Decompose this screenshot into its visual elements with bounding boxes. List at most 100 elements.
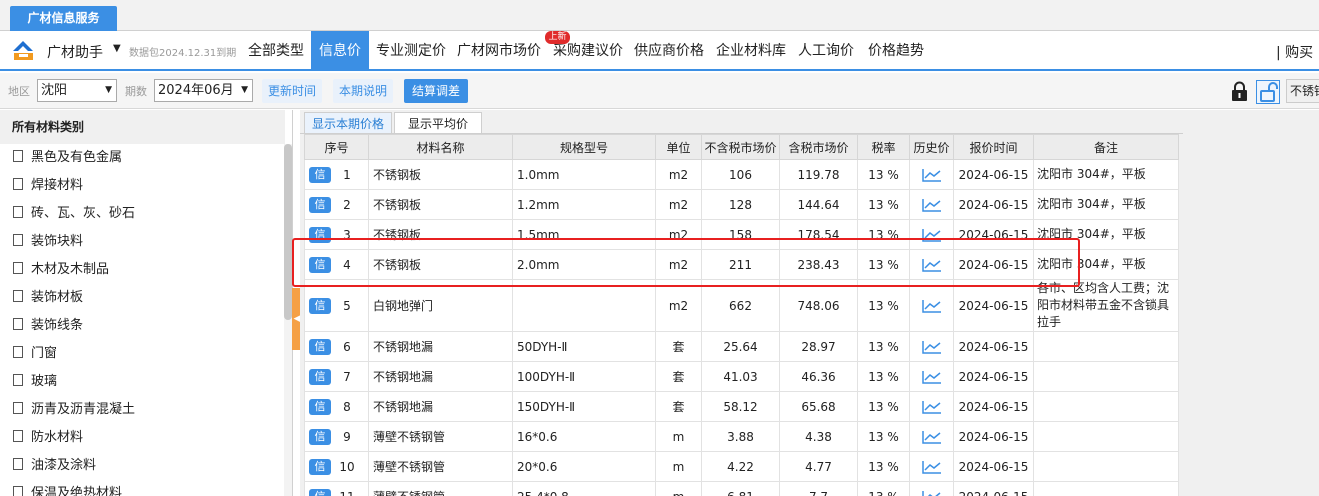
tab-average-price[interactable]: 显示平均价 (394, 112, 482, 134)
nav-info-price[interactable]: 信息价 (311, 31, 369, 71)
nav-all-types[interactable]: 全部类型 (242, 31, 310, 71)
trend-chart-icon[interactable] (921, 370, 942, 384)
category-item[interactable]: 木材及木制品 (13, 260, 109, 280)
period-value: 2024年06月 (158, 83, 234, 98)
table-row[interactable]: 信 8 不锈钢地漏 150DYH-Ⅱ 套 58.12 65.68 13 % 2024-06-15 (304, 391, 1179, 422)
table-row[interactable]: 信 10 薄壁不锈钢管 20*0.6 m 4.22 4.77 13 % 2024-06-15 (304, 451, 1179, 482)
header-seq[interactable]: 序号 (304, 134, 369, 160)
nav-supplier-price[interactable]: 供应商价格 (630, 31, 708, 71)
header-unit[interactable]: 单位 (655, 134, 702, 160)
category-item[interactable]: 防水材料 (13, 428, 83, 448)
header-date[interactable]: 报价时间 (953, 134, 1034, 160)
table-row[interactable]: 信 5 白钢地弹门 m2 662 748.06 13 % 2024-06-15 各市、区均含人工… (304, 279, 1179, 332)
info-badge[interactable]: 信 (309, 256, 331, 273)
unlock-icon[interactable] (1256, 80, 1280, 104)
seq-cell: 信5 (304, 279, 369, 332)
header-history[interactable]: 历史价 (909, 134, 954, 160)
name-cell: 不锈钢地漏 (368, 361, 513, 392)
app-tab[interactable]: 广材信息服务 (10, 6, 117, 31)
header-price[interactable]: 不含税市场价 (701, 134, 780, 160)
spec-cell: 25.4*0.8 (512, 481, 656, 496)
tax_price-cell: 4.38 (779, 421, 858, 452)
category-item[interactable]: 砖、瓦、灰、砂石 (13, 204, 135, 224)
info-badge[interactable]: 信 (309, 488, 331, 496)
sidebar-scrollbar[interactable] (284, 144, 292, 496)
trend-chart-icon[interactable] (921, 258, 942, 272)
price-table: 序号 材料名称 规格型号 单位 不含税市场价 含税市场价 税率 历史价 报价时间… (304, 134, 1179, 496)
category-item[interactable]: 装饰块料 (13, 232, 83, 252)
category-item[interactable]: 装饰线条 (13, 316, 83, 336)
info-badge[interactable]: 信 (309, 368, 331, 385)
update-time-button[interactable]: 更新时间 (262, 79, 322, 103)
category-item[interactable]: 油漆及涂料 (13, 456, 96, 476)
buy-link[interactable]: | 购买 (1276, 42, 1313, 62)
header-tax-rate[interactable]: 税率 (857, 134, 910, 160)
header-note[interactable]: 备注 (1033, 134, 1179, 160)
price-cell: 3.88 (701, 421, 780, 452)
unit-cell: 套 (655, 361, 702, 392)
trend-chart-icon[interactable] (921, 228, 942, 242)
nav-enterprise-library[interactable]: 企业材料库 (711, 31, 791, 71)
scrollbar-thumb[interactable] (284, 144, 292, 320)
header-spec[interactable]: 规格型号 (512, 134, 656, 160)
history-cell (909, 159, 954, 190)
material-search-field[interactable]: 不锈钢 (1286, 79, 1319, 103)
table-row[interactable]: 信 11 薄壁不锈钢管25.4*0.8m6.817.713 % 2024-06-15 (304, 481, 1179, 496)
trend-chart-icon[interactable] (921, 400, 942, 414)
table-row[interactable]: 信 4 不锈钢板 2.0mm m2 211 238.43 13 % 2024-06-15 沈阳市 … (304, 249, 1179, 280)
info-badge[interactable]: 信 (309, 428, 331, 445)
category-label: 黑色及有色金属 (31, 150, 123, 165)
nav-market-price[interactable]: 广材网市场价 (452, 31, 546, 71)
table-row[interactable]: 信 7 不锈钢地漏 100DYH-Ⅱ 套 41.03 46.36 13 % 2024-06-15 (304, 361, 1179, 392)
info-badge[interactable]: 信 (309, 196, 331, 213)
table-row[interactable]: 信 2 不锈钢板 1.2mm m2 128 144.64 13 % 2024-06-15 沈阳市 … (304, 189, 1179, 220)
region-select[interactable]: 沈阳 ▼ (37, 79, 117, 102)
brand-name[interactable]: 广材助手 (47, 42, 103, 62)
trend-chart-icon[interactable] (921, 340, 942, 354)
info-badge[interactable]: 信 (309, 226, 331, 243)
info-badge[interactable]: 信 (309, 166, 331, 183)
info-badge[interactable]: 信 (309, 338, 331, 355)
settle-adjust-button[interactable]: 结算调差 (404, 79, 468, 103)
lock-icon[interactable] (1230, 81, 1249, 102)
category-item[interactable]: 黑色及有色金属 (13, 148, 122, 168)
price-cell: 41.03 (701, 361, 780, 392)
nav-manual-inquiry[interactable]: 人工询价 (794, 31, 858, 71)
period-select[interactable]: 2024年06月 ▼ (154, 79, 253, 102)
trend-chart-icon[interactable] (921, 168, 942, 182)
table-row[interactable]: 信 9 薄壁不锈钢管 16*0.6 m 3.88 4.38 13 % 2024-06-15 (304, 421, 1179, 452)
trend-chart-icon[interactable] (921, 490, 942, 496)
tax_price-cell: 7.7 (779, 481, 858, 496)
chevron-down-icon[interactable]: ▼ (113, 43, 121, 54)
nav-professional-price[interactable]: 专业测定价 (372, 31, 450, 71)
filter-bar: 地区 沈阳 ▼ 期数 2024年06月 ▼ 更新时间 本期说明 结算调差 不锈钢 (0, 73, 1319, 109)
trend-chart-icon[interactable] (921, 460, 942, 474)
info-badge[interactable]: 信 (309, 458, 331, 475)
category-item[interactable]: 保温及绝热材料 (13, 484, 122, 496)
header-tax-price[interactable]: 含税市场价 (779, 134, 858, 160)
category-item[interactable]: 门窗 (13, 344, 57, 364)
table-row[interactable]: 信 1 不锈钢板 1.0mm m2 106 119.78 13 % 2024-06-15 沈阳市 … (304, 159, 1179, 190)
category-item[interactable]: 焊接材料 (13, 176, 83, 196)
table-row[interactable]: 信 3 不锈钢板 1.5mm m2 158 178.54 13 % 2024-06-15 沈阳市 … (304, 219, 1179, 250)
category-item[interactable]: 玻璃 (13, 372, 57, 392)
trend-chart-icon[interactable] (921, 198, 942, 212)
nav-price-trend[interactable]: 价格趋势 (862, 31, 930, 71)
logo-icon (13, 41, 33, 60)
note-cell (1033, 361, 1179, 392)
header-name[interactable]: 材料名称 (368, 134, 513, 160)
trend-chart-icon[interactable] (921, 430, 942, 444)
note-cell: 沈阳市 304#，平板 (1033, 189, 1179, 220)
tab-current-price[interactable]: 显示本期价格 (304, 112, 392, 134)
info-badge[interactable]: 信 (309, 398, 331, 415)
period-note-button[interactable]: 本期说明 (333, 79, 393, 103)
info-badge[interactable]: 信 (309, 297, 331, 314)
category-item[interactable]: 装饰材板 (13, 288, 83, 308)
trend-chart-icon[interactable] (921, 299, 942, 313)
table-row[interactable]: 信 6 不锈钢地漏 50DYH-Ⅱ 套 25.64 28.97 13 % 2024-06-15 (304, 331, 1179, 362)
top-tab-bar: 广材信息服务 (0, 0, 1319, 31)
category-item[interactable]: 沥青及沥青混凝土 (13, 400, 135, 420)
tax_price-cell: 65.68 (779, 391, 858, 422)
note-cell (1033, 421, 1179, 452)
spec-cell: 2.0mm (512, 249, 656, 280)
